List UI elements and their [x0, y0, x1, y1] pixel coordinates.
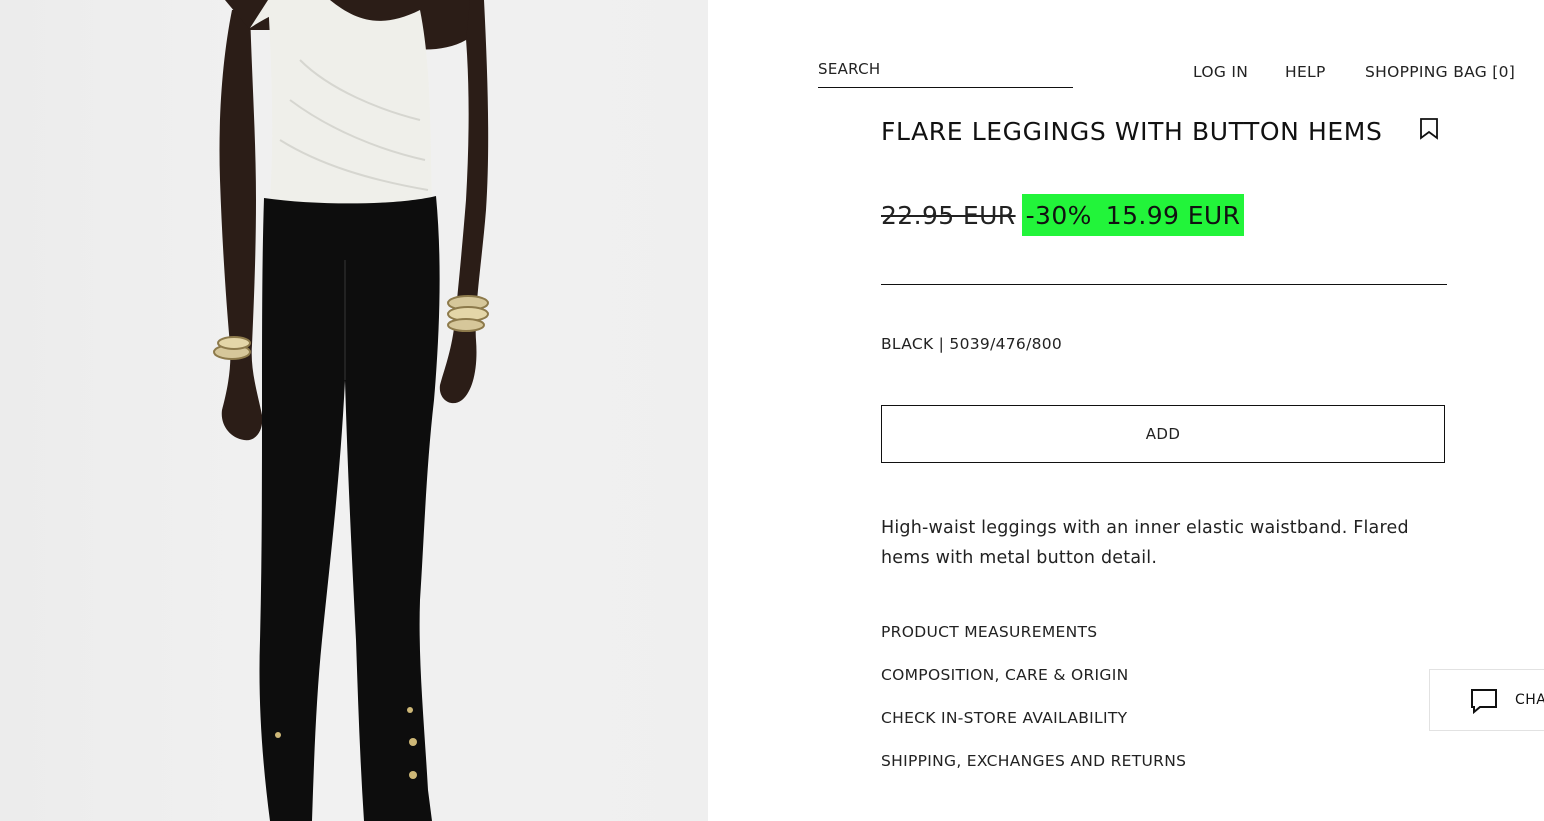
model-illustration: [213, 0, 489, 821]
store-availability-link[interactable]: CHECK IN-STORE AVAILABILITY: [881, 709, 1127, 727]
product-description: High-waist leggings with an inner elasti…: [881, 518, 1409, 568]
original-price: 22.95 EUR: [881, 200, 1016, 230]
product-measurements-link[interactable]: PRODUCT MEASUREMENTS: [881, 623, 1097, 641]
bookmark-icon[interactable]: [1418, 117, 1440, 141]
shopping-bag-link[interactable]: SHOPPING BAG [0]: [1365, 63, 1515, 81]
chat-button[interactable]: CHA: [1429, 669, 1544, 731]
price-row: 22.95 EUR -30% 15.99 EUR: [881, 194, 1245, 236]
product-title: FLARE LEGGINGS WITH BUTTON HEMS: [881, 117, 1383, 146]
shipping-returns-link[interactable]: SHIPPING, EXCHANGES AND RETURNS: [881, 752, 1186, 770]
divider: [881, 284, 1447, 285]
color-reference: BLACK | 5039/476/800: [881, 335, 1063, 353]
search-input[interactable]: SEARCH: [818, 58, 1073, 88]
help-link[interactable]: HELP: [1285, 63, 1326, 81]
discount-percent: -30%: [1025, 200, 1092, 230]
chat-bubble-icon: [1471, 689, 1497, 714]
login-link[interactable]: LOG IN: [1193, 63, 1248, 81]
chat-label: CHA: [1515, 692, 1544, 708]
add-button[interactable]: ADD: [881, 405, 1445, 463]
sale-price: 15.99 EUR: [1105, 200, 1241, 230]
product-page: SEARCH LOG IN HELP SHOPPING BAG [0] FLAR…: [0, 0, 1544, 821]
composition-care-link[interactable]: COMPOSITION, CARE & ORIGIN: [881, 666, 1129, 684]
product-image[interactable]: [0, 0, 708, 821]
sale-price-badge: -30% 15.99 EUR: [1021, 194, 1245, 236]
search-placeholder: SEARCH: [818, 60, 881, 78]
